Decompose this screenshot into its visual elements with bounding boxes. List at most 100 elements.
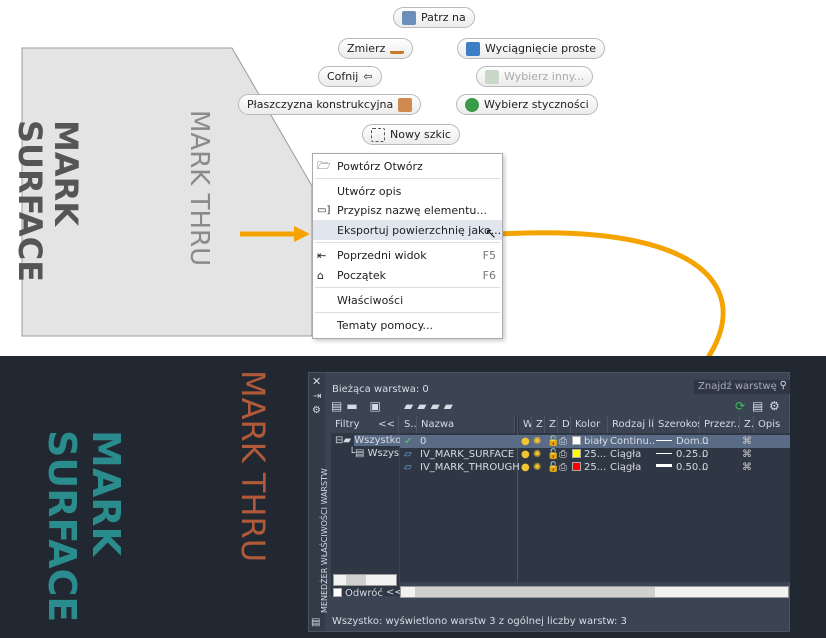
- select-other-icon: [485, 69, 499, 84]
- pin-icon[interactable]: ⇥: [313, 391, 321, 402]
- filter-scrollbar[interactable]: [333, 574, 397, 586]
- bulb-icon[interactable]: ●: [521, 461, 530, 474]
- settings-icon[interactable]: ⚙: [312, 405, 321, 416]
- mark-surface-text-dark: MARK SURFACE: [40, 430, 128, 623]
- collapse-filters[interactable]: <<: [378, 419, 395, 430]
- viewport-freeze-icon[interactable]: ⌘: [742, 448, 752, 461]
- new-sketch-icon: [371, 127, 385, 142]
- lock-icon[interactable]: 🔓: [547, 435, 559, 448]
- wybierz-stycznosci-button[interactable]: Wybierz styczności: [456, 94, 598, 115]
- sun-icon[interactable]: ✺: [533, 461, 541, 474]
- state-icon[interactable]: ▤: [752, 399, 763, 413]
- invert-checkbox[interactable]: Odwróć: [333, 588, 383, 599]
- filter-tree: Filtry << ⊟▰ Wszystko └▤ Wszys: [331, 416, 402, 596]
- lock-icon[interactable]: 🔓: [547, 461, 559, 474]
- nowy-szkic-button[interactable]: Nowy szkic: [362, 124, 460, 145]
- linetype-cell[interactable]: Continu...: [610, 435, 654, 448]
- print-icon[interactable]: ⎙: [559, 461, 567, 474]
- viewport-freeze-icon[interactable]: ⌘: [742, 435, 752, 448]
- menu-item-tematy-pomocy[interactable]: Tematy pomocy...: [313, 315, 502, 335]
- rename-icon: ▭]: [317, 204, 331, 216]
- transparency-cell[interactable]: 0: [702, 435, 708, 448]
- layer-row[interactable]: ▱ IV_MARK_SURFACE ● ✺ 🔓 ⎙ 25... Ciągła 0…: [400, 448, 790, 461]
- layer-row[interactable]: ▱ IV_MARK_THROUGH ● ✺ 🔓 ⎙ 25... Ciągła 0…: [400, 461, 790, 474]
- layer-icon: ▱: [404, 462, 412, 473]
- column-header[interactable]: Szerokoś...: [654, 416, 700, 433]
- lineweight-cell[interactable]: 0.25...: [656, 448, 708, 461]
- tree-item-all[interactable]: ⊟▰ Wszystko: [335, 435, 402, 446]
- panel-title: MENEDŻER WŁAŚCIWOŚCI WARSTW: [320, 468, 329, 613]
- menu-item-powtorz[interactable]: 🗁 Powtórz Otwórz: [313, 156, 502, 176]
- column-header[interactable]: Opis: [754, 416, 790, 433]
- undo-icon: ⇦: [363, 70, 373, 83]
- column-header[interactable]: S..: [400, 416, 417, 433]
- search-icon: ⚲: [779, 380, 787, 391]
- panel-side-bar: ✕ ⇥ ⚙ MENEDŻER WŁAŚCIWOŚCI WARSTW ▤: [309, 373, 329, 631]
- print-icon[interactable]: ⎙: [559, 435, 567, 448]
- wybierz-inny-button[interactable]: Wybierz inny...: [476, 66, 594, 87]
- print-icon[interactable]: ⎙: [559, 448, 567, 461]
- cofnij-button[interactable]: Cofnij ⇦: [318, 66, 382, 87]
- sun-icon[interactable]: ✺: [533, 435, 541, 448]
- column-header[interactable]: Rodzaj li...: [608, 416, 654, 433]
- color-cell[interactable]: biały: [572, 435, 608, 448]
- tree-item-sub[interactable]: └▤ Wszys: [349, 448, 399, 459]
- menu-item-poprzedni-widok[interactable]: ⇤ Poprzedni widok F5: [313, 245, 502, 265]
- filter-toolbar-icons[interactable]: ▤▬ ▣: [331, 399, 385, 413]
- patrz-na-button[interactable]: Patrz na: [393, 7, 475, 28]
- status-text: Wszystko: wyświetlono warstw 3 z ogólnej…: [332, 616, 627, 627]
- work-plane-icon: [398, 97, 413, 112]
- plaszczyzna-button[interactable]: Płaszczyzna konstrukcyjna: [238, 94, 422, 115]
- mark-surface-text: MARK SURFACE: [11, 120, 85, 282]
- gear-icon[interactable]: ⚙: [769, 399, 780, 413]
- bulb-icon[interactable]: ●: [521, 448, 530, 461]
- viewport-freeze-icon[interactable]: ⌘: [742, 461, 752, 474]
- layer-row[interactable]: ✓ 0 ● ✺ 🔓 ⎙ biały Continu... Dom... 0 ⌘: [400, 435, 790, 448]
- transparency-cell[interactable]: 0: [702, 461, 708, 474]
- layer-scrollbar[interactable]: [400, 586, 789, 598]
- mark-thru-text-dark: MARK THRU: [234, 370, 272, 563]
- column-header[interactable]: Z..: [532, 416, 545, 433]
- column-header[interactable]: Kolor: [571, 416, 608, 433]
- sun-icon[interactable]: ✺: [533, 448, 541, 461]
- lineweight-cell[interactable]: 0.50...: [656, 461, 708, 474]
- back-arrow-icon: ⇤: [317, 248, 327, 262]
- menu-item-poczatek[interactable]: ⌂ Początek F6: [313, 265, 502, 285]
- layer-name: IV_MARK_SURFACE: [420, 449, 515, 460]
- layer-icon: ▱: [404, 449, 412, 460]
- tangent-icon: [465, 97, 479, 112]
- column-header[interactable]: Nazwa: [417, 416, 515, 433]
- column-header[interactable]: Z..: [545, 416, 558, 433]
- context-menu: 🗁 Powtórz Otwórz Utwórz opis ▭] Przypisz n…: [312, 153, 503, 339]
- home-icon: ⌂: [317, 268, 324, 282]
- bulb-icon[interactable]: ●: [521, 435, 530, 448]
- column-header[interactable]: D..: [558, 416, 571, 433]
- linetype-cell[interactable]: Ciągła: [610, 448, 654, 461]
- cursor-icon: ↖: [485, 226, 497, 242]
- linetype-cell[interactable]: Ciągła: [610, 461, 654, 474]
- column-header[interactable]: Z..: [740, 416, 754, 433]
- transparency-cell[interactable]: 0: [702, 448, 708, 461]
- menu-item-eksportuj[interactable]: Eksportuj powierzchnię jako... ↖: [313, 220, 502, 242]
- zmierz-button[interactable]: Zmierz: [338, 38, 414, 59]
- mark-thru-text: MARK THRU: [184, 110, 214, 267]
- menu-item-wlasciwosci[interactable]: Właściwości: [313, 290, 502, 310]
- folder-icon: 🗁: [317, 158, 331, 172]
- menu-item-przypisz[interactable]: ▭] Przypisz nazwę elementu...: [313, 200, 502, 220]
- current-layer: Bieżąca warstwa: 0: [332, 384, 429, 395]
- search-input[interactable]: Znajdź warstwę ⚲: [694, 380, 790, 394]
- column-header[interactable]: Przezr...: [700, 416, 740, 433]
- layer-name: IV_MARK_THROUGH: [420, 462, 520, 473]
- extrude-icon: [466, 41, 480, 56]
- color-cell[interactable]: 25...: [572, 461, 606, 474]
- column-header[interactable]: W: [519, 416, 532, 433]
- layer-toolbar-icons[interactable]: ▰▰▰▰: [404, 399, 457, 413]
- close-icon[interactable]: ✕: [312, 375, 321, 388]
- menu-item-utworz-opis[interactable]: Utwórz opis: [313, 181, 502, 201]
- color-cell[interactable]: 25...: [572, 448, 606, 461]
- refresh-icon[interactable]: ⟳: [735, 399, 745, 413]
- wyciagniecie-button[interactable]: Wyciągnięcie proste: [457, 38, 605, 59]
- lock-icon[interactable]: 🔓: [547, 448, 559, 461]
- layer-name: 0: [420, 436, 427, 447]
- arrow-curve: [499, 230, 726, 356]
